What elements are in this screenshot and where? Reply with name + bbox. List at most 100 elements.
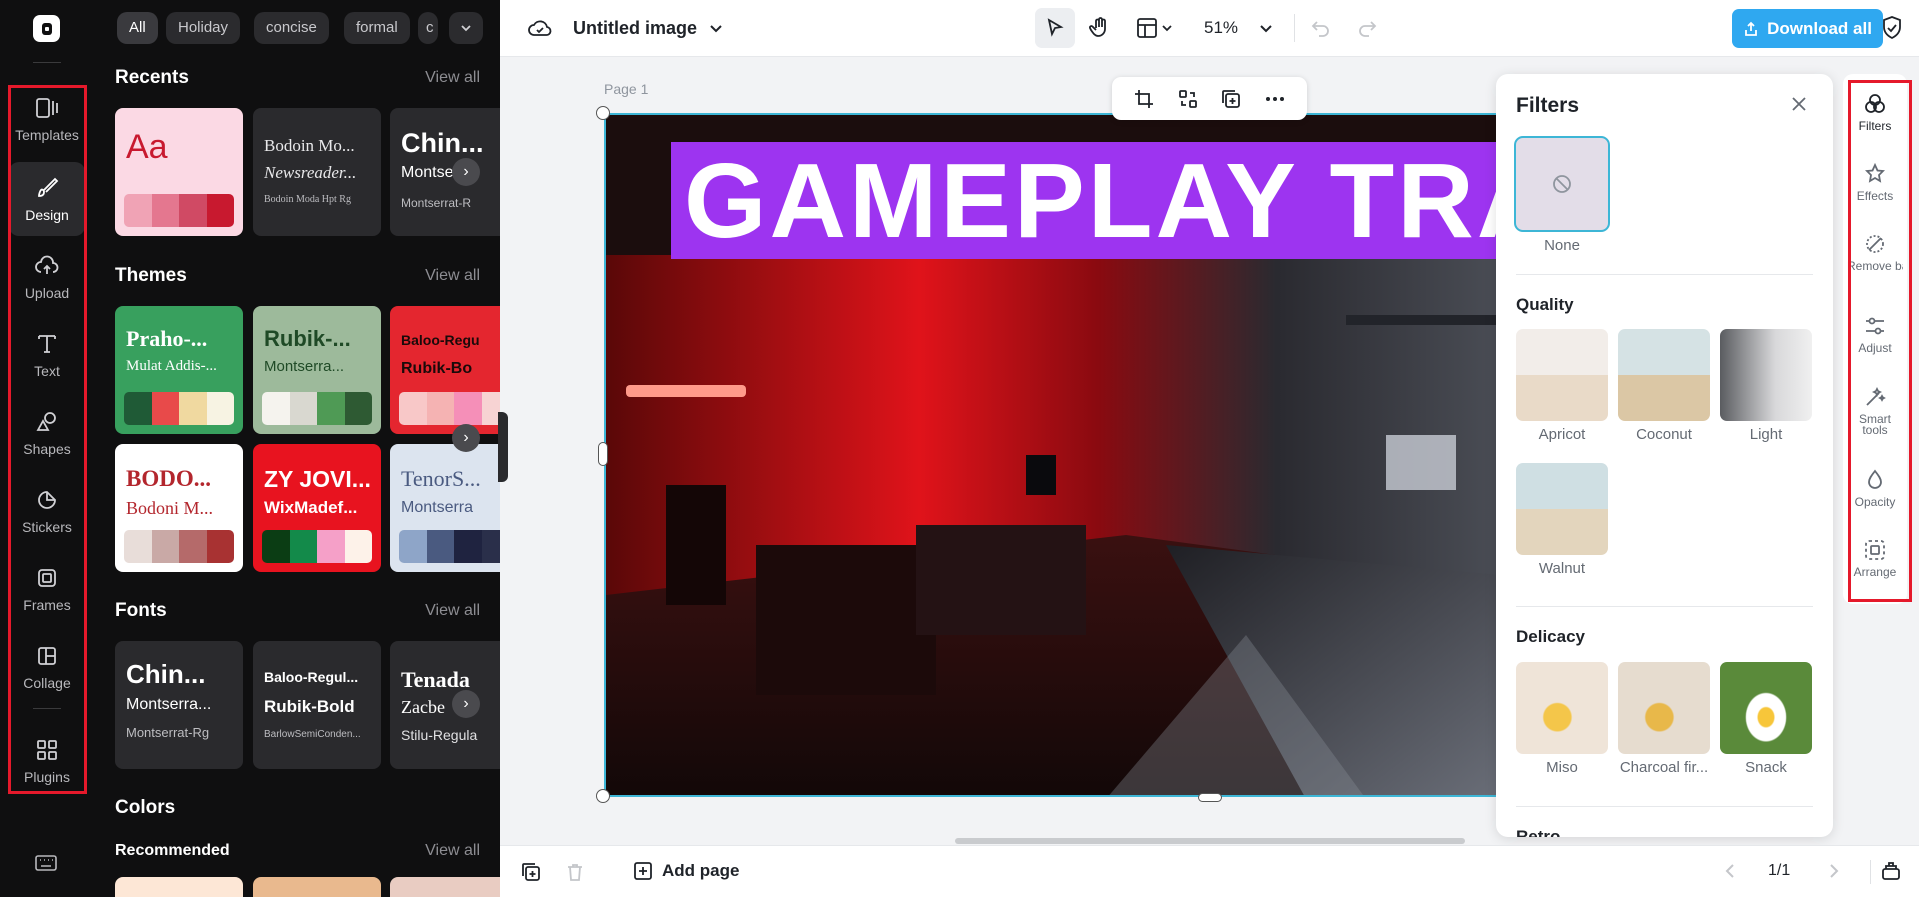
download-all-button[interactable]: Download all (1732, 9, 1883, 48)
undo-button[interactable] (1310, 17, 1332, 39)
tool-filters[interactable]: Filters (1846, 92, 1904, 132)
filter-chip-holiday[interactable]: Holiday (166, 12, 241, 44)
horizontal-scrollbar[interactable] (955, 838, 1465, 844)
chevron-right-icon: › (463, 429, 469, 446)
filter-chip-more[interactable]: c (418, 12, 438, 44)
layout-button[interactable] (1136, 17, 1176, 39)
theme-card[interactable]: Rubik-... Montserra... (253, 306, 381, 434)
recent-card[interactable]: Chin... Montse Montserrat-R (390, 108, 500, 236)
canvas-image[interactable]: GAMEPLAY TRA (604, 113, 1498, 797)
tool-arrange[interactable]: Arrange (1846, 538, 1904, 578)
font-card[interactable]: Baloo-Regul... Rubik-Bold BarlowSemiCond… (253, 641, 381, 769)
rail-item-upload[interactable]: Upload (9, 240, 85, 314)
next-page-button[interactable] (1824, 862, 1842, 880)
prev-page-button[interactable] (1722, 862, 1740, 880)
theme-card[interactable]: TenorS... Montserra (390, 444, 500, 572)
layers-button[interactable] (1880, 860, 1902, 882)
resize-handle-left[interactable] (598, 442, 608, 466)
card-subtitle: Montse (401, 164, 454, 181)
crop-icon[interactable] (1133, 88, 1155, 110)
card-caption: Montserrat-Rg (126, 725, 210, 740)
close-icon[interactable] (1789, 94, 1809, 114)
recents-next-arrow[interactable]: › (452, 158, 480, 186)
fonts-next-arrow[interactable]: › (452, 690, 480, 718)
banner-text[interactable]: GAMEPLAY TRA (684, 145, 1496, 257)
more-icon[interactable] (1264, 88, 1286, 110)
remove-background-icon (1866, 235, 1884, 253)
filter-chip-concise[interactable]: concise (254, 12, 329, 44)
delete-page-button[interactable] (564, 861, 586, 883)
add-page-button[interactable]: Add page (632, 860, 739, 882)
filter-thumb-coconut[interactable] (1618, 329, 1710, 421)
theme-card[interactable]: ZY JOVI... WixMadef... (253, 444, 381, 572)
add-page-icon-button[interactable] (520, 861, 542, 883)
chips-expand-button[interactable] (449, 12, 483, 44)
color-palette-card[interactable] (115, 877, 243, 897)
hand-tool-button[interactable] (1088, 16, 1112, 40)
filter-chip-all[interactable]: All (117, 12, 158, 44)
card-subtitle: WixMadef... (264, 498, 358, 517)
panel-collapse-handle[interactable] (498, 412, 508, 482)
app-logo[interactable] (33, 15, 60, 42)
recent-card[interactable]: Aa (115, 108, 243, 236)
themes-next-arrow[interactable]: › (452, 424, 480, 452)
tool-opacity[interactable]: Opacity (1846, 468, 1904, 508)
duplicate-icon[interactable] (1220, 88, 1242, 110)
resize-handle-top-left[interactable] (596, 106, 610, 120)
recent-card[interactable]: Bodoin Mo... Newsreader... Bodoin Moda H… (253, 108, 381, 236)
filter-label: Light (1749, 426, 1783, 443)
shield-icon[interactable] (1880, 15, 1904, 41)
rail-item-shapes[interactable]: Shapes (9, 396, 85, 470)
filter-thumb-light[interactable] (1720, 329, 1812, 421)
font-card[interactable]: Chin... Montserra... Montserrat-Rg (115, 641, 243, 769)
tool-effects[interactable]: Effects (1846, 162, 1904, 202)
themes-view-all-link[interactable]: View all (425, 267, 480, 285)
add-page-icon (634, 862, 652, 880)
tool-smart-tools[interactable]: Smart tools (1846, 385, 1904, 436)
rail-item-stickers[interactable]: Stickers (9, 474, 85, 548)
swatch (344, 530, 372, 563)
filter-thumb-charcoal-fir[interactable] (1618, 662, 1710, 754)
chevron-down-icon[interactable] (708, 20, 724, 36)
trash-icon (568, 864, 582, 881)
tool-adjust[interactable]: Adjust (1846, 314, 1904, 354)
filter-chip-formal[interactable]: formal (344, 12, 410, 44)
card-subtitle: Rubik-Bold (264, 697, 355, 716)
rail-item-design[interactable]: Design (9, 162, 85, 236)
resize-handle-bottom-left[interactable] (596, 789, 610, 803)
chevron-down-icon (461, 25, 471, 32)
filter-none-option[interactable] (1514, 136, 1610, 232)
colors-view-all-link[interactable]: View all (425, 842, 480, 860)
document-title[interactable]: Untitled image (573, 18, 697, 39)
keyboard-shortcuts-icon[interactable] (34, 853, 58, 873)
rail-item-collage[interactable]: Collage (9, 630, 85, 704)
filter-thumb-snack[interactable] (1720, 662, 1812, 754)
rail-item-text[interactable]: Text (9, 318, 85, 392)
tool-remove-background[interactable]: Remove backgr... (1846, 232, 1904, 272)
zoom-dropdown[interactable] (1258, 20, 1274, 36)
theme-card[interactable]: Praho-... Mulat Addis-... (115, 306, 243, 434)
cloud-sync-icon[interactable] (528, 17, 552, 39)
replace-icon[interactable] (1177, 88, 1199, 110)
recents-view-all-link[interactable]: View all (425, 69, 480, 87)
rail-item-frames[interactable]: Frames (9, 552, 85, 626)
color-palette-card[interactable] (253, 877, 381, 897)
filters-icon (1865, 94, 1885, 113)
rail-item-plugins[interactable]: Plugins (9, 724, 85, 798)
rail-divider (33, 708, 61, 709)
card-title: Bodoin Mo... (264, 136, 355, 155)
font-card[interactable]: Tenada Zacbe Stilu-Regula (390, 641, 500, 769)
color-palette-card[interactable] (390, 877, 500, 897)
select-tool-button[interactable] (1035, 8, 1075, 48)
redo-button[interactable] (1356, 17, 1378, 39)
filter-thumb-miso[interactable] (1516, 662, 1608, 754)
zoom-level[interactable]: 51% (1204, 18, 1238, 38)
filter-thumb-walnut[interactable] (1516, 463, 1608, 555)
theme-card[interactable]: Baloo-Regu Rubik-Bo (390, 306, 500, 434)
rail-item-templates[interactable]: Templates (9, 82, 85, 156)
theme-card[interactable]: BODO... Bodoni M... (115, 444, 243, 572)
fonts-view-all-link[interactable]: View all (425, 602, 480, 620)
swatch (317, 392, 345, 425)
resize-handle-bottom[interactable] (1198, 793, 1222, 802)
filter-thumb-apricot[interactable] (1516, 329, 1608, 421)
